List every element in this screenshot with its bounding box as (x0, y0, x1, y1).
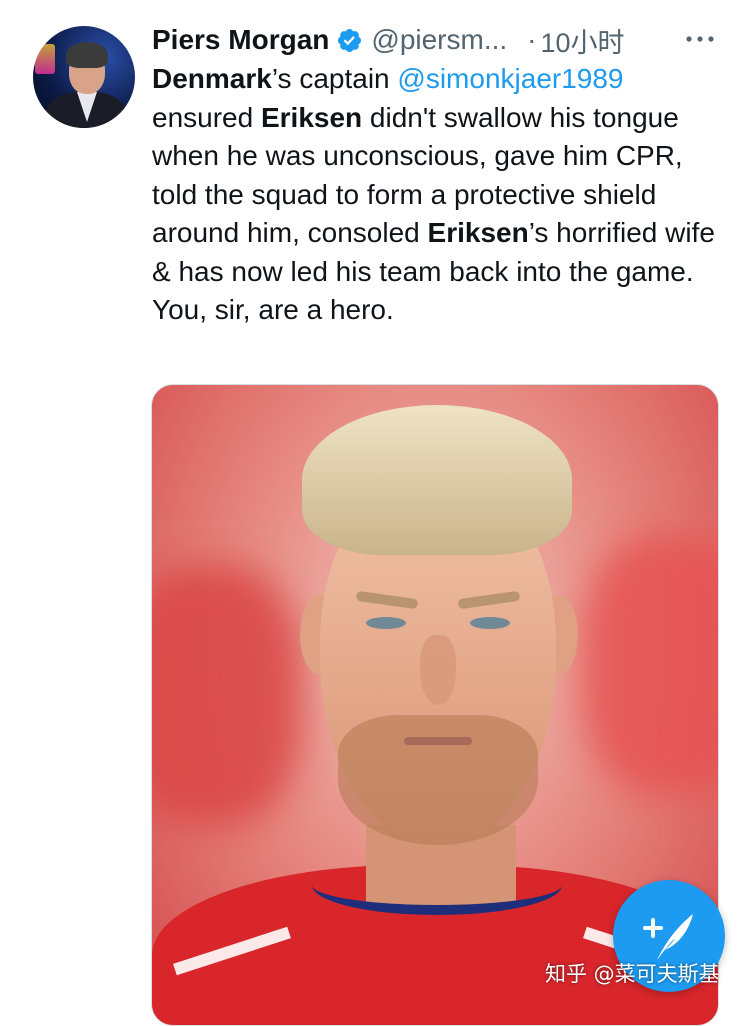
text-bold-eriksen: Eriksen (427, 217, 529, 248)
verified-badge-icon (336, 27, 363, 54)
photo-nose (420, 635, 456, 705)
tweet-timestamp[interactable]: 10小时 (541, 21, 625, 60)
header-separator: · (527, 24, 537, 55)
avatar[interactable] (33, 26, 135, 128)
mention-link[interactable]: @simonkjaer1989 (397, 63, 623, 94)
author-name[interactable]: Piers Morgan (152, 24, 329, 56)
author-handle[interactable]: @piersm... (371, 24, 507, 56)
text-segment: ensured (152, 101, 261, 133)
photo-collar (312, 855, 562, 915)
text-segment: ’s captain (271, 63, 398, 94)
photo-mouth (404, 737, 472, 745)
watermark: 知乎 @菜可夫斯基 (545, 962, 720, 986)
photo-background (152, 565, 302, 825)
photo-eye (470, 617, 510, 629)
photo-beard (338, 715, 538, 845)
compose-feather-icon (643, 914, 693, 960)
text-bold-eriksen: Eriksen (260, 101, 363, 133)
more-options-icon[interactable] (684, 24, 716, 54)
photo-hair (302, 405, 572, 555)
tweet[interactable]: Piers Morgan @piersm... · 10小时 Denmark’s… (0, 0, 750, 1026)
photo-background (582, 535, 718, 795)
avatar-background-sign (35, 44, 55, 74)
tweet-header: Piers Morgan @piersm... · 10小时 (152, 22, 722, 58)
photo-eye (366, 617, 406, 629)
tweet-text: Denmark’s captain @simonkjaer1989 ensure… (152, 60, 722, 330)
avatar-hair (66, 42, 108, 68)
text-bold-denmark: Denmark (152, 63, 272, 94)
